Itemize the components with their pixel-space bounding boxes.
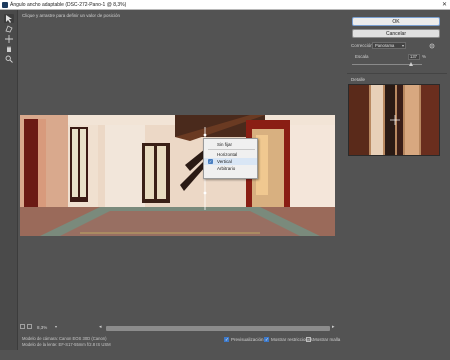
ok-button[interactable]: OK [352, 17, 440, 26]
constraint-tool-icon[interactable] [4, 14, 14, 23]
settings-panel: OK Cancelar Corrección: Panorama ▾ Escal… [345, 10, 450, 350]
correction-value: Panorama [375, 43, 395, 48]
divider [347, 73, 447, 74]
status-bar: 8,3% ▾ ◂ ▸ [18, 322, 340, 334]
chevron-down-icon: ▾ [401, 43, 404, 48]
polygon-constraint-tool-icon[interactable] [4, 24, 14, 33]
correction-select[interactable]: Panorama ▾ [372, 42, 406, 49]
cancel-button[interactable]: Cancelar [352, 29, 440, 38]
photoshop-app-icon [2, 2, 8, 8]
camera-model: Modelo de cámara: Canon EOS 30D (Canon) [22, 336, 107, 341]
scroll-right-icon[interactable]: ▸ [332, 324, 335, 330]
tools-panel [0, 10, 18, 350]
scrollbar-thumb[interactable] [106, 326, 330, 331]
menu-item-arbitrario[interactable]: Arbitrario [204, 165, 257, 172]
show-mesh-checkbox[interactable]: Mostrar malla [306, 337, 340, 342]
lens-model: Modelo de la lente: EF-S17-55mm f/2.8 IS… [22, 341, 111, 347]
hand-tool-icon[interactable] [4, 44, 14, 53]
zoom-in-icon[interactable] [27, 324, 32, 329]
zoom-out-icon[interactable] [20, 324, 25, 329]
menu-item-vertical-label: Vertical [217, 159, 232, 164]
gear-icon[interactable] [429, 43, 435, 49]
correction-label: Corrección: [351, 43, 375, 48]
preview-checkbox[interactable]: Previsualización [224, 337, 264, 343]
menu-separator [208, 149, 255, 150]
panorama-image[interactable] [20, 115, 335, 236]
preview-label: Previsualización [231, 337, 264, 342]
checkbox-icon [264, 337, 269, 343]
zoom-tool-icon[interactable] [4, 54, 14, 63]
menu-item-sin-fijar[interactable]: Sin fijar [204, 141, 257, 148]
close-icon[interactable]: ✕ [442, 1, 447, 8]
zoom-buttons [20, 324, 32, 329]
scroll-left-icon[interactable]: ◂ [99, 324, 102, 330]
zoom-level[interactable]: 8,3% [37, 325, 47, 330]
scale-slider-handle[interactable] [409, 62, 413, 66]
checkmark-icon: ✓ [208, 159, 213, 164]
scale-label: Escala [355, 54, 369, 59]
checkbox-icon [306, 337, 311, 342]
checkbox-icon [224, 337, 229, 343]
title-bar: Ángulo ancho adaptable (DSC-272-Pano-1 @… [0, 0, 450, 10]
menu-item-vertical[interactable]: ✓ Vertical [204, 158, 257, 165]
constraint-context-menu: Sin fijar Horizontal ✓ Vertical Arbitrar… [203, 138, 258, 179]
scale-unit: % [422, 54, 427, 59]
zoom-dropdown-icon[interactable]: ▾ [55, 324, 57, 329]
detail-preview [348, 84, 440, 156]
move-tool-icon[interactable] [4, 34, 14, 43]
scale-input[interactable]: 137 [408, 54, 420, 60]
detail-label: Detalle [351, 77, 366, 82]
show-mesh-label: Mostrar malla [313, 337, 341, 342]
instruction-text: Clique y arrastre para definir un valor … [22, 13, 121, 18]
window-title: Ángulo ancho adaptable (DSC-272-Pano-1 @… [10, 2, 127, 8]
camera-info: Modelo de cámara: Canon EOS 30D (Canon) … [22, 336, 111, 347]
menu-item-horizontal[interactable]: Horizontal [204, 151, 257, 158]
